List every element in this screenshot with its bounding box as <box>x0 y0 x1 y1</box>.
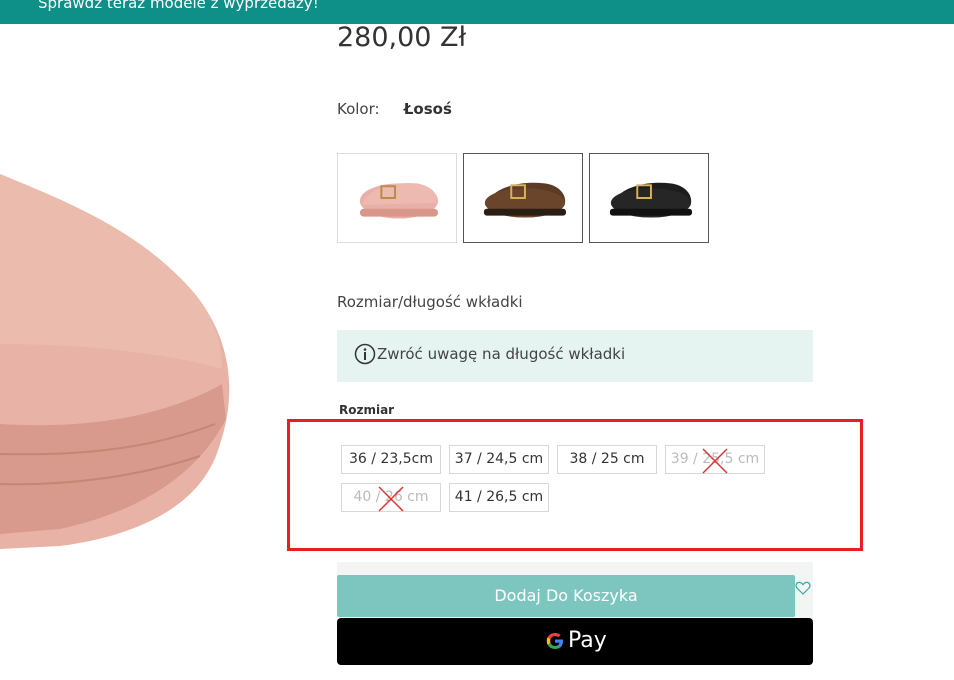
heart-icon[interactable] <box>795 580 811 596</box>
color-row: Kolor: Łosoś <box>337 100 452 118</box>
size-option-36[interactable]: 36 / 23,5cm <box>341 445 441 474</box>
add-to-cart-button[interactable]: Dodaj Do Koszyka <box>337 575 795 617</box>
google-pay-text: Pay <box>568 628 607 653</box>
color-value: Łosoś <box>403 100 452 118</box>
size-option-40-unavailable[interactable]: 40 / 26 cm <box>341 483 441 512</box>
size-option-38[interactable]: 38 / 25 cm <box>557 445 657 474</box>
size-option-41[interactable]: 41 / 26,5 cm <box>449 483 549 512</box>
google-pay-logo: Pay <box>544 628 607 654</box>
google-g-icon <box>546 632 563 649</box>
promo-bar: Sprawdź teraz modele z wyprzedaży! <box>0 0 954 24</box>
google-pay-button[interactable]: Pay <box>337 618 813 665</box>
size-option-37[interactable]: 37 / 24,5 cm <box>449 445 549 474</box>
unavailable-cross-icon <box>702 448 728 474</box>
promo-text[interactable]: Sprawdź teraz modele z wyprzedaży! <box>38 0 319 12</box>
size-section-title: Rozmiar/długość wkładki <box>337 293 523 311</box>
size-info-box: Zwróć uwagę na długość wkładki <box>337 330 813 382</box>
product-price: 280,00 Zł <box>337 22 467 53</box>
size-option-39-unavailable[interactable]: 39 / 25,5 cm <box>665 445 765 474</box>
size-label: Rozmiar <box>339 403 395 417</box>
color-swatch-pink[interactable] <box>337 153 457 243</box>
color-swatch-brown[interactable] <box>463 153 583 243</box>
info-icon <box>354 343 376 365</box>
product-image <box>0 24 300 680</box>
color-swatch-black[interactable] <box>589 153 709 243</box>
color-label: Kolor: <box>337 100 380 118</box>
unavailable-cross-icon <box>378 486 404 512</box>
info-text: Zwróć uwagę na długość wkładki <box>377 345 626 363</box>
